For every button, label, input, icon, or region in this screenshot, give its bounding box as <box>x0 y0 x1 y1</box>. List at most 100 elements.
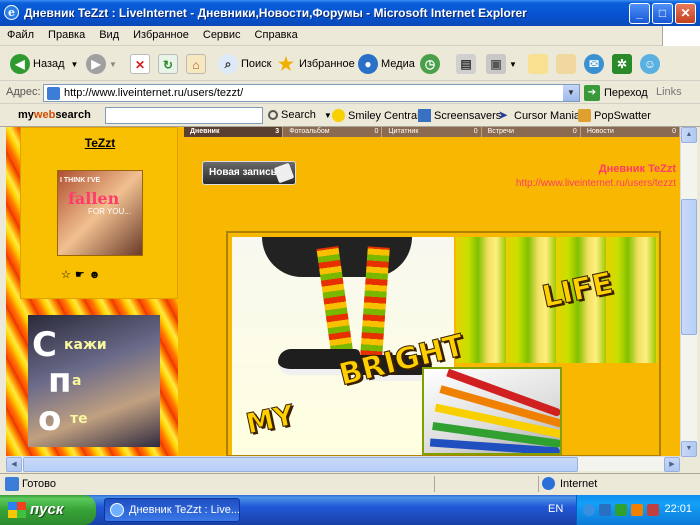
blog-url-link[interactable]: http://www.liveinternet.ru/users/tezzt <box>426 178 676 189</box>
mws-search-dropdown-icon[interactable]: ▼ <box>324 111 332 120</box>
tab-news[interactable]: Новости 0 <box>580 127 680 137</box>
discuss-button[interactable] <box>528 52 551 76</box>
menu-help[interactable]: Справка <box>248 26 305 45</box>
back-arrow-icon: ◀ <box>10 54 30 74</box>
home-button[interactable]: ⌂ <box>186 52 209 76</box>
banner-letter-2: п <box>48 361 72 401</box>
go-button[interactable]: ➔ Переход <box>584 84 648 102</box>
username-link[interactable]: TeZzt <box>21 136 179 150</box>
tray-addon-icon[interactable] <box>615 504 627 516</box>
msn-button[interactable]: ☺ <box>640 52 663 76</box>
scroll-down-icon[interactable]: ▼ <box>681 441 697 457</box>
close-button[interactable]: ✕ <box>675 3 696 24</box>
home-icon: ⌂ <box>186 54 206 74</box>
messenger-button[interactable]: ✉ <box>584 52 607 76</box>
edit-icon: ▣ <box>486 54 506 74</box>
avatar[interactable]: I THINK I'VE fallen FOR YOU... <box>57 170 143 256</box>
addon-button[interactable]: ✲ <box>612 52 635 76</box>
blog-title-link[interactable]: Дневник TeZzt <box>426 163 676 175</box>
edit-button[interactable]: ▣ ▼ <box>486 52 517 76</box>
banner-letter-1: С <box>32 325 57 365</box>
menu-favorites[interactable]: Избранное <box>126 26 196 45</box>
scroll-up-icon[interactable]: ▲ <box>681 127 697 143</box>
tray-arrow-icon[interactable] <box>583 504 595 516</box>
smiley-central-button[interactable]: Smiley Central <box>332 109 420 122</box>
main-banner-image: MY BRIGHT LIFE <box>226 231 661 457</box>
popswatter-button[interactable]: PopSwatter <box>578 109 651 122</box>
tray-network-icon[interactable] <box>599 504 611 516</box>
favorites-button[interactable]: ★ Избранное <box>276 52 355 76</box>
print-button[interactable]: ▤ <box>456 52 479 76</box>
address-input[interactable]: http://www.liveinternet.ru/users/tezzt/ … <box>43 84 580 102</box>
forward-dropdown-icon[interactable]: ▼ <box>109 60 117 69</box>
star-small-icon[interactable]: ☆ <box>61 269 75 281</box>
start-button[interactable]: пуск <box>0 495 96 525</box>
new-post-button[interactable]: Новая запись <box>202 161 296 185</box>
clock[interactable]: 22:01 <box>664 503 692 515</box>
tab-meetings[interactable]: Встречи 0 <box>481 127 581 137</box>
windows-flag-icon <box>8 502 26 518</box>
hand-icon[interactable]: ☛ <box>75 269 89 281</box>
menu-tools[interactable]: Сервис <box>196 26 248 45</box>
search-button[interactable]: ⌕ Поиск <box>218 52 271 76</box>
window-title: Дневник TeZzt : LiveInternet - Дневники,… <box>24 6 527 20</box>
refresh-button[interactable]: ↻ <box>158 52 181 76</box>
scroll-right-icon[interactable]: ▶ <box>664 457 680 472</box>
address-dropdown-icon[interactable]: ▼ <box>563 85 579 101</box>
taskbar-item-ie[interactable]: Дневник TeZzt : Live... <box>104 498 240 522</box>
ie-logo-icon: e <box>4 5 19 20</box>
menu-edit[interactable]: Правка <box>41 26 92 45</box>
maximize-button[interactable]: □ <box>652 3 673 24</box>
horizontal-scroll-thumb[interactable] <box>23 457 578 472</box>
stop-button[interactable]: ✕ <box>130 52 153 76</box>
people-icon[interactable]: ☻ <box>89 269 105 281</box>
status-divider <box>434 476 435 492</box>
menu-view[interactable]: Вид <box>92 26 126 45</box>
note-icon <box>528 54 548 74</box>
side-banner[interactable]: С кажи п а о те <box>28 315 160 447</box>
mws-search-label: Search <box>281 109 316 121</box>
tab-quotes[interactable]: Цитатник 0 <box>382 127 482 137</box>
address-label: Адрес: <box>6 86 41 98</box>
forward-button[interactable]: ▶ ▼ <box>86 52 117 76</box>
vertical-scrollbar[interactable]: ▲ ▼ <box>680 127 697 457</box>
mws-search-button[interactable]: Search ▼ <box>268 109 332 121</box>
window-titlebar[interactable]: e Дневник TeZzt : LiveInternet - Дневник… <box>0 0 700 26</box>
minimize-button[interactable]: _ <box>629 3 650 24</box>
addon-icon: ✲ <box>612 54 632 74</box>
page-viewport[interactable]: TeZzt I THINK I'VE fallen FOR YOU... ☆☛☻… <box>6 127 680 457</box>
history-button[interactable]: ◷ <box>420 52 443 76</box>
horizontal-scrollbar[interactable]: ◀ ▶ <box>6 456 680 472</box>
mws-search-input[interactable] <box>105 107 263 124</box>
banner-word-2: а <box>72 373 82 389</box>
logo-web: web <box>33 109 56 121</box>
back-button[interactable]: ◀ Назад ▼ <box>10 52 78 76</box>
cursor-mania-button[interactable]: ➤ Cursor Mania <box>498 109 580 122</box>
tab-photoalbum[interactable]: Фотоальбом 0 <box>283 127 383 137</box>
security-zone: Internet <box>542 477 597 490</box>
logo-my: my <box>18 109 34 121</box>
scroll-left-icon[interactable]: ◀ <box>6 457 22 472</box>
back-dropdown-icon[interactable]: ▼ <box>71 60 79 69</box>
edit-dropdown-icon[interactable]: ▼ <box>509 60 517 69</box>
ie-taskbar-icon <box>110 503 124 517</box>
search-label: Поиск <box>241 58 272 70</box>
media-button[interactable]: ● Медиа <box>358 52 415 76</box>
menu-file[interactable]: Файл <box>0 26 41 45</box>
smiley-label: Smiley Central <box>348 109 420 122</box>
messenger-icon: ✉ <box>584 54 604 74</box>
popswatter-label: PopSwatter <box>594 109 651 122</box>
standard-toolbar: ◀ Назад ▼ ▶ ▼ ✕ ↻ ⌂ ⌕ Поиск ★ Избранное … <box>0 47 700 81</box>
address-url[interactable]: http://www.liveinternet.ru/users/tezzt/ <box>64 87 243 99</box>
vertical-scroll-thumb[interactable] <box>681 199 697 335</box>
tray-security-icon[interactable] <box>647 504 659 516</box>
tab-diary[interactable]: Дневник 3 <box>184 127 284 137</box>
screensavers-button[interactable]: Screensavers <box>418 109 501 122</box>
go-arrow-icon: ➔ <box>584 85 600 101</box>
language-indicator[interactable]: EN <box>548 503 563 515</box>
research-button[interactable] <box>556 52 579 76</box>
mywebsearch-logo[interactable]: mywebsearch <box>18 109 91 121</box>
links-button[interactable]: Links <box>656 86 682 98</box>
monitor-icon <box>418 109 431 122</box>
tray-app-icon[interactable] <box>631 504 643 516</box>
